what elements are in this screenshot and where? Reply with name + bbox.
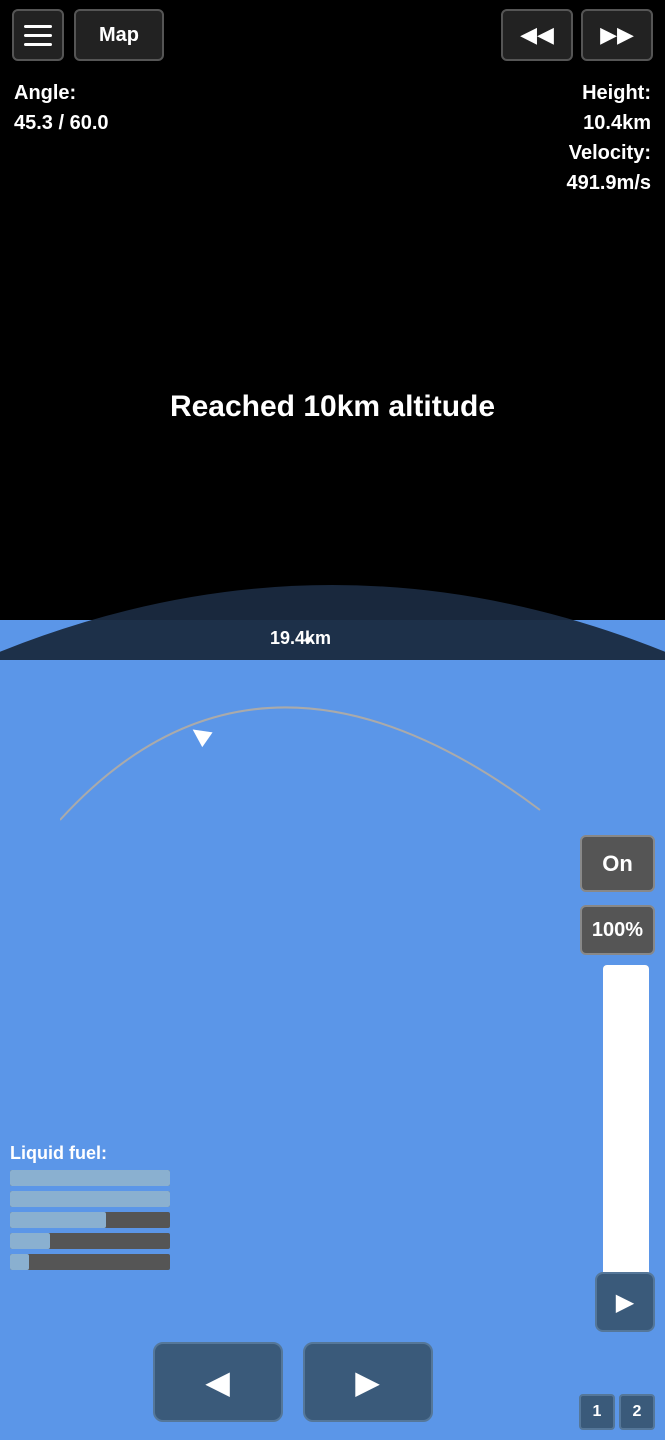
stats-right: Height: 10.4km Velocity: 491.9m/s [566, 78, 651, 198]
fuel-bar-4 [10, 1233, 170, 1249]
trajectory-path [60, 580, 560, 840]
hamburger-line-3 [24, 43, 52, 46]
stats-left: Angle: 45.3 / 60.0 [14, 78, 109, 138]
top-left: Map [12, 9, 164, 61]
fuel-section: Liquid fuel: [10, 1143, 170, 1275]
map-button[interactable]: Map [74, 9, 164, 61]
distance-label: 19.4km [270, 628, 331, 649]
fuel-bar-2 [10, 1191, 170, 1207]
throttle-slider-fill [603, 965, 649, 1285]
fuel-bar-fill-2 [10, 1191, 170, 1207]
number-buttons: 1 2 [579, 1394, 655, 1430]
on-button[interactable]: On [580, 835, 655, 892]
hamburger-line-1 [24, 25, 52, 28]
rewind-button[interactable]: ◀◀ [501, 9, 573, 61]
fuel-bar-3 [10, 1212, 170, 1228]
fuel-bar-fill-5 [10, 1254, 29, 1270]
side-play-button[interactable]: ▶ [595, 1272, 655, 1332]
height-value: 10.4km [566, 108, 651, 138]
velocity-label: Velocity: [566, 138, 651, 168]
num-2-button[interactable]: 2 [619, 1394, 655, 1430]
hamburger-line-2 [24, 34, 52, 37]
fuel-label: Liquid fuel: [10, 1143, 170, 1164]
top-right: ◀◀ ▶▶ [501, 9, 653, 61]
velocity-value: 491.9m/s [566, 168, 651, 198]
forward-button[interactable]: ▶▶ [581, 9, 653, 61]
bottom-play-button[interactable]: ▶ [303, 1342, 433, 1422]
percent-button[interactable]: 100% [580, 905, 655, 955]
top-bar: Map ◀◀ ▶▶ [0, 0, 665, 70]
menu-button[interactable] [12, 9, 64, 61]
fuel-bar-fill-3 [10, 1212, 106, 1228]
fuel-bar-1 [10, 1170, 170, 1186]
fuel-bar-fill-1 [10, 1170, 170, 1186]
fuel-bar-fill-4 [10, 1233, 50, 1249]
height-label: Height: [566, 78, 651, 108]
bottom-nav: ◀ ▶ [0, 1342, 585, 1422]
num-1-button[interactable]: 1 [579, 1394, 615, 1430]
angle-label: Angle: [14, 78, 109, 108]
altitude-message: Reached 10km altitude [0, 390, 665, 424]
bottom-rewind-button[interactable]: ◀ [153, 1342, 283, 1422]
angle-value: 45.3 / 60.0 [14, 108, 109, 138]
throttle-slider-track[interactable] [603, 965, 649, 1285]
fuel-bar-5 [10, 1254, 170, 1270]
